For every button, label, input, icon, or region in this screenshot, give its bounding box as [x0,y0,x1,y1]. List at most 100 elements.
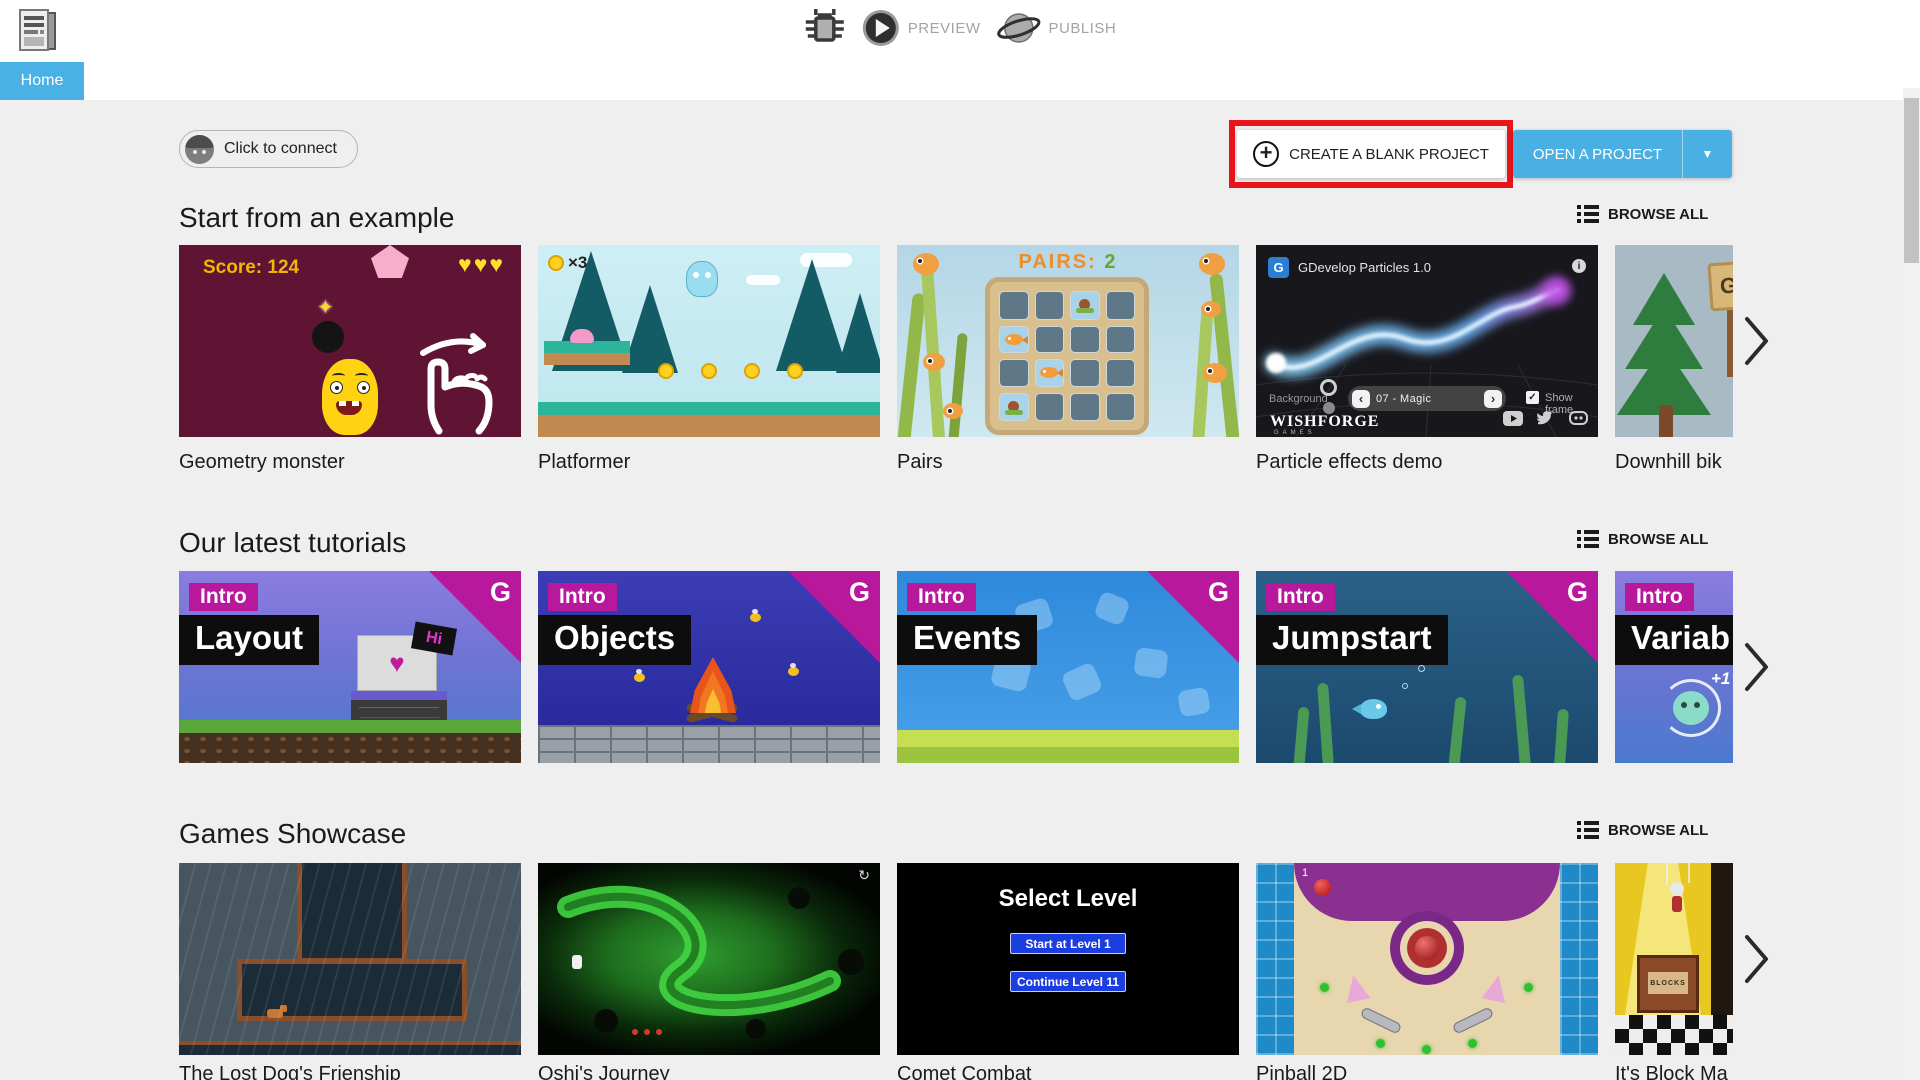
effect-selector[interactable]: ‹ 07 - Magic › [1348,386,1506,411]
card-title: Oshi's Journey [538,1063,670,1080]
light [1524,983,1533,992]
crate-label: BLOCKS [1648,972,1688,994]
example-card-downhill[interactable]: G [1615,245,1733,437]
section-title-examples: Start from an example [179,202,455,233]
tutorial-name: Layout [179,615,320,665]
intro-badge: Intro [1625,583,1694,611]
project-manager-icon[interactable] [16,8,60,56]
showcase-card-comet-combat[interactable]: Select Level Start at Level 1 Continue L… [897,863,1239,1055]
showcase-card-blocks[interactable]: BLOCKS [1615,863,1733,1055]
seaweed [1209,272,1239,437]
scrollbar-thumb[interactable] [1904,98,1919,263]
preview-button[interactable]: PREVIEW [862,9,981,47]
color-swatch-outline[interactable] [1320,379,1337,396]
card-tile-fish [1034,359,1064,387]
card-tile [1070,359,1100,387]
browse-all-label: BROWSE ALL [1608,530,1709,548]
pinball-ball [1314,879,1331,896]
rain-overlay [179,863,521,1055]
card-title: Geometry monster [179,451,345,473]
monster-eye [357,381,370,394]
card-title: Pairs [897,451,943,473]
example-card-platformer[interactable]: ×3 [538,245,880,437]
show-frame-checkbox[interactable]: ✓ [1526,391,1539,404]
publish-button[interactable]: PUBLISH [996,8,1116,48]
green-path [557,885,841,1017]
main-toolbar: PREVIEW PUBLISH [804,6,1116,50]
sprite-ghost [1133,646,1169,680]
preview-label: PREVIEW [907,19,981,37]
example-card-pairs[interactable]: PAIRS: 2 [897,245,1239,437]
card-tile-snail [999,392,1029,421]
connect-button[interactable]: Click to connect [179,130,358,168]
start-level-button: Start at Level 1 [1010,933,1126,954]
tutorial-card-events[interactable]: G Intro Events [897,571,1239,763]
pairs-label: PAIRS: [1018,251,1097,273]
example-card-particle-effects[interactable]: G GDevelop Particles 1.0 i Background ‹ … [1256,245,1598,437]
slingshot [1482,973,1511,1003]
tutorial-card-variables[interactable]: +1 Intro Variab [1615,571,1733,763]
avatar-eye [193,149,197,154]
restart-icon: ↻ [858,867,870,883]
info-icon[interactable]: i [1572,259,1586,273]
swipe-hand-icon [420,333,493,435]
browse-all-label: BROWSE ALL [1608,205,1709,223]
showcase-card-lost-dog[interactable] [179,863,521,1055]
ground-dirt [179,733,521,763]
browse-all-tutorials[interactable]: BROWSE ALL [1577,530,1708,548]
tab-home[interactable]: Home [0,62,84,100]
twitter-icon [1537,411,1553,425]
slingshot [1342,973,1371,1003]
score-text: 1 [1302,867,1309,879]
tutorial-card-objects[interactable]: G Intro Objects [538,571,880,763]
card-title: The Lost Dog's Frienship [179,1063,401,1080]
scroll-right-tutorials[interactable] [1744,642,1770,692]
cloud [746,275,780,285]
pairs-counter: PAIRS: 2 [897,251,1239,274]
creature [1673,691,1709,725]
showcase-card-pinball[interactable]: 1 [1256,863,1598,1055]
gdevelop-logo-icon: G [1268,257,1289,278]
prev-effect-button[interactable]: ‹ [1352,389,1370,408]
heart-icon: ♥ [389,647,405,678]
pentagon-shape [371,245,409,278]
scroll-right-showcase[interactable] [1744,934,1770,984]
open-project-button[interactable]: OPEN A PROJECT ▼ [1513,130,1732,178]
monster-brow [355,373,368,379]
tutorial-name: Objects [538,615,692,665]
coin [787,363,803,379]
create-blank-project-button[interactable]: + CREATE A BLANK PROJECT [1237,130,1505,178]
browse-all-examples[interactable]: BROWSE ALL [1577,205,1708,223]
fish [1201,301,1221,317]
spike-ball [746,1019,766,1039]
create-label: CREATE A BLANK PROJECT [1289,145,1489,163]
coin-counter: ×3 [548,253,587,273]
discord-icon [1569,411,1588,425]
tutorial-card-layout[interactable]: G ♥ Hi Intro Layout [179,571,521,763]
bee [750,609,761,622]
pine-tree [836,293,880,373]
pine-tree [776,259,848,371]
examples-row: Score: 124 ♥♥♥ ✦ ×3 PAIRS: 2 G GDevelop … [179,245,1733,437]
card-tile-snail [1070,291,1100,320]
showcase-card-oshi[interactable]: ↻ [538,863,880,1055]
next-effect-button[interactable]: › [1484,389,1502,408]
example-card-geometry-monster[interactable]: Score: 124 ♥♥♥ ✦ [179,245,521,437]
open-dropdown-button[interactable]: ▼ [1682,130,1732,178]
light [1376,1039,1385,1048]
scrollbar-track[interactable] [1903,88,1920,1080]
chevron-down-icon: ▼ [1701,147,1714,161]
debugger-icon[interactable] [804,6,846,50]
hearts-lives: ♥♥♥ [458,251,505,277]
crate: BLOCKS [1637,955,1699,1013]
tutorials-row: G ♥ Hi Intro Layout G Intro Objects G In… [179,571,1733,763]
tutorial-card-jumpstart[interactable]: G Intro Jumpstart [1256,571,1598,763]
bomb [312,321,344,353]
cloud [800,253,852,267]
open-label: OPEN A PROJECT [1532,145,1663,163]
avatar-icon [185,134,214,164]
scroll-right-examples[interactable] [1744,316,1770,366]
fish [1203,363,1227,383]
play-icon [862,10,899,46]
browse-all-showcase[interactable]: BROWSE ALL [1577,821,1708,839]
